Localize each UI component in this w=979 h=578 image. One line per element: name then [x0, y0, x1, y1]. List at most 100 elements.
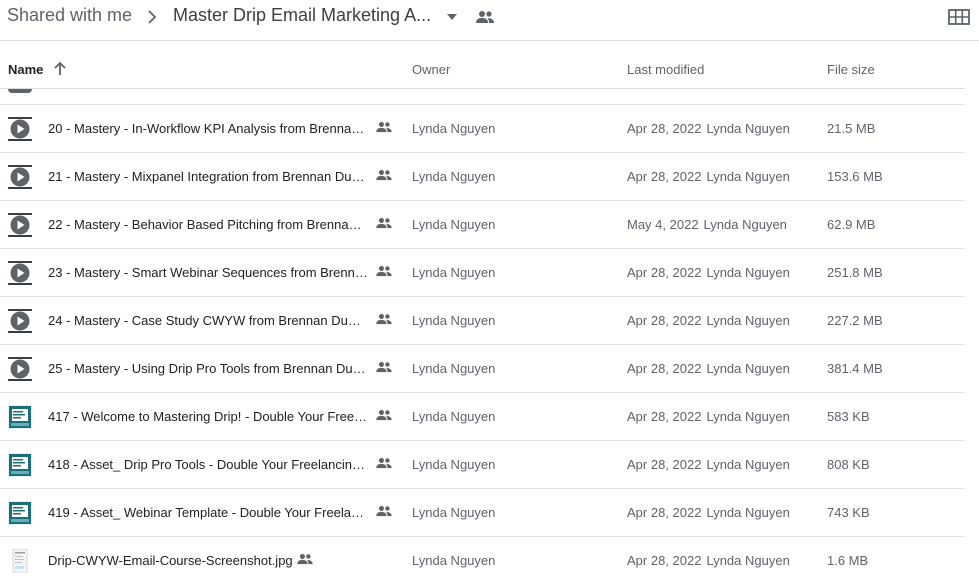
file-last-modified: May 4, 2022 Lynda Nguyen — [627, 217, 787, 232]
chevron-right-icon — [148, 10, 157, 24]
modified-by: Lynda Nguyen — [706, 313, 790, 328]
file-name[interactable]: 419 - Asset_ Webinar Template - Double Y… — [48, 505, 368, 520]
modified-by: Lynda Nguyen — [706, 457, 790, 472]
arrow-upward-icon[interactable] — [53, 61, 67, 77]
modified-by: Lynda Nguyen — [703, 217, 787, 232]
modified-date: Apr 28, 2022 — [627, 169, 702, 184]
file-row[interactable]: 418 - Asset_ Drip Pro Tools - Double You… — [0, 441, 965, 489]
file-size: 743 KB — [827, 505, 870, 520]
file-name[interactable]: 417 - Welcome to Mastering Drip! - Doubl… — [48, 409, 368, 424]
file-last-modified: Apr 28, 2022 Lynda Nguyen — [627, 121, 790, 136]
modified-by: Lynda Nguyen — [706, 409, 790, 424]
modified-date: Apr 28, 2022 — [627, 121, 702, 136]
people-icon — [376, 409, 392, 421]
file-name[interactable]: 20 - Mastery - In-Workflow KPI Analysis … — [48, 121, 368, 136]
modified-by: Lynda Nguyen — [706, 361, 790, 376]
file-row[interactable]: 417 - Welcome to Mastering Drip! - Doubl… — [0, 393, 965, 441]
file-owner: Lynda Nguyen — [412, 121, 496, 136]
file-name[interactable]: 418 - Asset_ Drip Pro Tools - Double You… — [48, 457, 368, 472]
file-last-modified: Apr 28, 2022 Lynda Nguyen — [627, 409, 790, 424]
column-header-file-size[interactable]: File size — [827, 62, 875, 77]
modified-by: Lynda Nguyen — [706, 505, 790, 520]
file-list-header: Name Owner Last modified File size — [0, 41, 965, 89]
people-icon — [376, 505, 392, 517]
file-last-modified: Apr 28, 2022 Lynda Nguyen — [627, 361, 790, 376]
video-play-icon — [8, 213, 32, 237]
file-owner: Lynda Nguyen — [412, 457, 496, 472]
file-row[interactable]: 21 - Mastery - Mixpanel Integration from… — [0, 153, 965, 201]
file-owner: Lynda Nguyen — [412, 265, 496, 280]
video-play-icon — [8, 165, 32, 189]
file-name[interactable]: 25 - Mastery - Using Drip Pro Tools from… — [48, 361, 368, 376]
video-thumbnail-icon — [8, 405, 32, 429]
people-icon — [376, 121, 392, 133]
video-play-icon — [8, 357, 32, 381]
file-row[interactable]: Drip-CWYW-Email-Course-Screenshot.jpg Lyn… — [0, 537, 965, 578]
video-play-icon — [8, 261, 32, 285]
people-icon — [297, 553, 313, 565]
people-icon[interactable] — [476, 10, 494, 24]
file-size: 583 KB — [827, 409, 870, 424]
file-size: 251.8 MB — [827, 265, 883, 280]
file-size: 62.9 MB — [827, 217, 876, 232]
file-size: 381.4 MB — [827, 361, 883, 376]
video-thumbnail-icon — [8, 501, 32, 525]
file-row[interactable]: 20 - Mastery - In-Workflow KPI Analysis … — [0, 105, 965, 153]
column-header-last-modified[interactable]: Last modified — [627, 62, 704, 77]
file-owner: Lynda Nguyen — [412, 361, 496, 376]
file-name[interactable]: 21 - Mastery - Mixpanel Integration from… — [48, 169, 368, 184]
grid-view-icon[interactable] — [948, 8, 970, 26]
top-bar: Shared with me Master Drip Email Marketi… — [0, 0, 979, 41]
file-owner: Lynda Nguyen — [412, 409, 496, 424]
breadcrumb-shared-with-me[interactable]: Shared with me — [7, 5, 132, 26]
file-name[interactable]: Drip-CWYW-Email-Course-Screenshot.jpg — [48, 553, 298, 568]
file-row[interactable]: 25 - Mastery - Using Drip Pro Tools from… — [0, 345, 965, 393]
modified-date: Apr 28, 2022 — [627, 361, 702, 376]
file-owner: Lynda Nguyen — [412, 553, 496, 568]
modified-by: Lynda Nguyen — [706, 169, 790, 184]
column-header-owner[interactable]: Owner — [412, 62, 450, 77]
people-icon — [376, 265, 392, 277]
file-row[interactable]: 24 - Mastery - Case Study CWYW from Bren… — [0, 297, 965, 345]
modified-date: Apr 28, 2022 — [627, 505, 702, 520]
file-name[interactable]: 22 - Mastery - Behavior Based Pitching f… — [48, 217, 368, 232]
file-owner: Lynda Nguyen — [412, 217, 496, 232]
modified-date: Apr 28, 2022 — [627, 409, 702, 424]
arrow-drop-down-icon[interactable] — [445, 12, 459, 22]
modified-date: Apr 28, 2022 — [627, 553, 702, 568]
file-size: 808 KB — [827, 457, 870, 472]
video-play-icon — [8, 117, 32, 141]
modified-date: Apr 28, 2022 — [627, 313, 702, 328]
modified-by: Lynda Nguyen — [706, 121, 790, 136]
file-owner: Lynda Nguyen — [412, 313, 496, 328]
file-size: 227.2 MB — [827, 313, 883, 328]
file-list: 20 - Mastery - In-Workflow KPI Analysis … — [0, 89, 965, 578]
file-name[interactable]: 24 - Mastery - Case Study CWYW from Bren… — [48, 313, 368, 328]
file-name[interactable]: 23 - Mastery - Smart Webinar Sequences f… — [48, 265, 368, 280]
file-last-modified: Apr 28, 2022 Lynda Nguyen — [627, 553, 790, 568]
file-row[interactable]: 23 - Mastery - Smart Webinar Sequences f… — [0, 249, 965, 297]
file-row[interactable]: 419 - Asset_ Webinar Template - Double Y… — [0, 489, 965, 537]
file-owner: Lynda Nguyen — [412, 505, 496, 520]
people-icon — [376, 169, 392, 181]
breadcrumb-current-folder[interactable]: Master Drip Email Marketing A... — [173, 5, 431, 26]
video-play-icon — [8, 309, 32, 333]
partially-visible-row[interactable] — [0, 89, 965, 105]
video-play-icon — [8, 89, 32, 93]
video-thumbnail-icon — [8, 453, 32, 477]
image-thumbnail-icon — [8, 549, 32, 573]
file-last-modified: Apr 28, 2022 Lynda Nguyen — [627, 505, 790, 520]
file-size: 1.6 MB — [827, 553, 869, 568]
modified-by: Lynda Nguyen — [706, 265, 790, 280]
column-header-name[interactable]: Name — [8, 62, 43, 77]
modified-date: Apr 28, 2022 — [627, 265, 702, 280]
file-size: 21.5 MB — [827, 121, 876, 136]
people-icon — [376, 313, 392, 325]
people-icon — [376, 217, 392, 229]
modified-date: Apr 28, 2022 — [627, 457, 702, 472]
modified-date: May 4, 2022 — [627, 217, 699, 232]
people-icon — [376, 361, 392, 373]
file-row[interactable]: 22 - Mastery - Behavior Based Pitching f… — [0, 201, 965, 249]
file-owner: Lynda Nguyen — [412, 169, 496, 184]
file-last-modified: Apr 28, 2022 Lynda Nguyen — [627, 169, 790, 184]
